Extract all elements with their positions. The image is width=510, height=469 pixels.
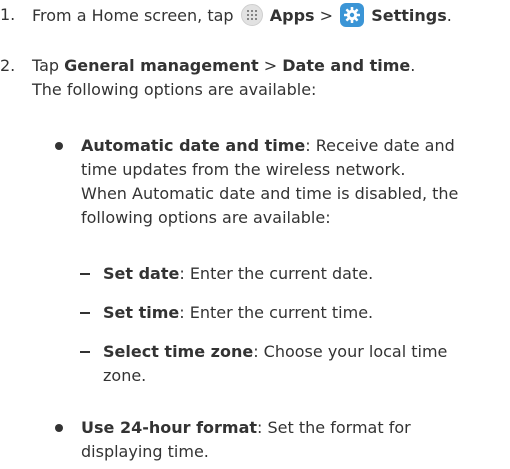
step-subtext: The following options are available: — [32, 80, 317, 99]
suboption-title: Select time zone — [103, 342, 254, 361]
step-text: From a Home screen, tap Apps > Settings. — [32, 3, 452, 28]
settings-label: Settings — [371, 6, 447, 25]
option-title: Use 24-hour format — [81, 418, 258, 437]
date-and-time-label: Date and time — [282, 56, 411, 75]
step-text: Tap General management > Date and time. T… — [32, 56, 416, 99]
suboption-title: Set date — [103, 264, 180, 283]
option-title: Automatic date and time — [81, 136, 306, 155]
apps-grid-icon — [240, 4, 263, 26]
dash-icon — [80, 312, 90, 314]
step-number: 2. — [0, 56, 16, 75]
dash-icon — [80, 273, 90, 275]
bullet-icon — [55, 142, 63, 150]
bullet-icon — [55, 424, 63, 432]
gear-icon — [340, 3, 365, 27]
general-management-label: General management — [64, 56, 259, 75]
dash-icon — [80, 351, 90, 353]
apps-label: Apps — [269, 6, 315, 25]
suboption-title: Set time — [103, 303, 180, 322]
instructions: 1. From a Home screen, tap Apps > Settin… — [0, 3, 459, 461]
step-number: 1. — [0, 5, 16, 24]
